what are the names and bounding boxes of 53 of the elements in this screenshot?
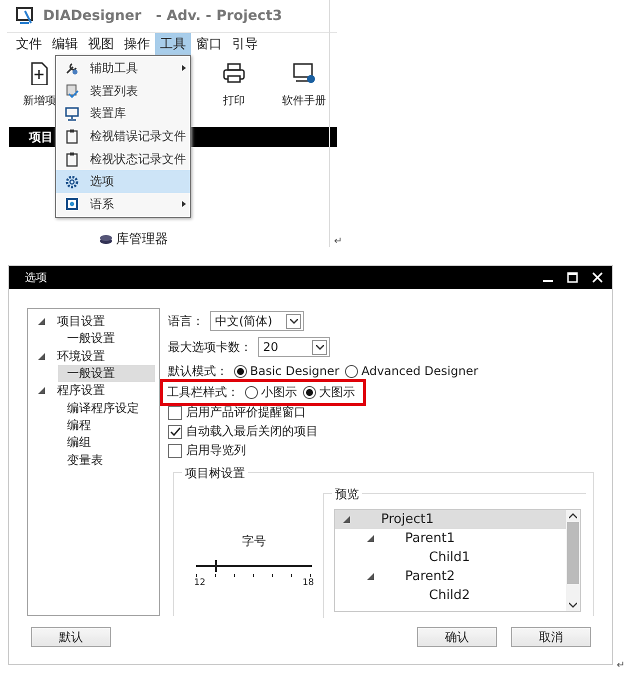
menu-item[interactable]: 视图 [83,33,119,55]
slider-max-label: 18 [302,578,314,588]
paragraph-mark: ↵ [334,236,342,247]
toolbar-button[interactable]: 软件手册 [276,55,332,109]
field-label: 默认模式： [168,362,228,380]
paragraph-mark: ↵ [616,660,625,671]
tree-item[interactable]: 变量表 [28,451,159,469]
menu-item[interactable]: 文件 [11,33,47,55]
dropdown-field[interactable]: 中文(简体) [210,311,304,331]
checkbox[interactable]: 自动载入最后关闭的项目 [168,422,613,441]
tree-item[interactable]: 编译程序设定 [28,399,159,417]
tree-item[interactable]: 环境设置 [28,348,159,365]
dialog-button[interactable]: 确认 [417,627,497,647]
menu-item[interactable]: 窗口 [191,33,227,55]
tree-item[interactable]: 程序设置 [28,382,159,400]
field-label: 最大选项卡数： [168,338,252,356]
tree-item[interactable]: 库管理器 [116,230,168,248]
checkbox[interactable]: 启用导览列 [168,441,613,460]
window-title: DIADesigner - Adv. - Project3 [43,8,282,24]
tree-node[interactable]: Project1 [335,510,566,529]
menu-option[interactable]: 检视状态记录文件 [56,148,190,170]
menu-option[interactable]: 语系 [56,193,190,216]
slider-label: 字号 [242,533,266,550]
default-button[interactable]: 默认 [31,627,111,647]
menu-option[interactable]: 选项 [56,170,190,194]
tree-item[interactable]: 项目设置 [28,313,159,330]
tree-item[interactable]: 一般设置 [28,330,159,348]
tree-node[interactable]: Parent1 [335,529,566,548]
tree-item[interactable]: 编程 [28,416,159,434]
slider-min-label: 12 [194,578,206,588]
menu-item[interactable]: 操作 [119,33,155,55]
field-label: 工具栏样式： [167,384,239,401]
tree-item[interactable]: 编组 [28,434,159,452]
menu-option[interactable]: 检视错误记录文件 [56,125,190,148]
tree-node[interactable]: Child2 [335,586,566,605]
dialog-title: 选项 [25,270,48,284]
menu-item[interactable]: 工具 [155,33,191,55]
radio-button[interactable]: Basic Designer [234,364,340,378]
menu-item[interactable]: 引导 [227,33,263,55]
menu-item[interactable]: 编辑 [47,33,83,55]
dropdown-field[interactable]: 20 [258,337,330,357]
group-title: 项目树设置 [182,465,248,482]
field-label: 语言： [168,312,204,330]
group-title: 预览 [332,486,362,503]
radio-button[interactable]: 小图示 [245,384,297,401]
toolbar-button[interactable]: 打印 [216,55,252,109]
radio-button[interactable]: 大图示 [303,384,355,401]
tree-node[interactable]: Child1 [335,548,566,567]
tree-item[interactable]: 一般设置 [58,364,155,382]
dialog-button[interactable]: 取消 [511,627,591,647]
tree-node[interactable]: Parent2 [335,567,566,586]
radio-button[interactable]: Advanced Designer [345,364,478,378]
checkbox[interactable]: 启用产品评价提醒窗口 [168,403,613,422]
